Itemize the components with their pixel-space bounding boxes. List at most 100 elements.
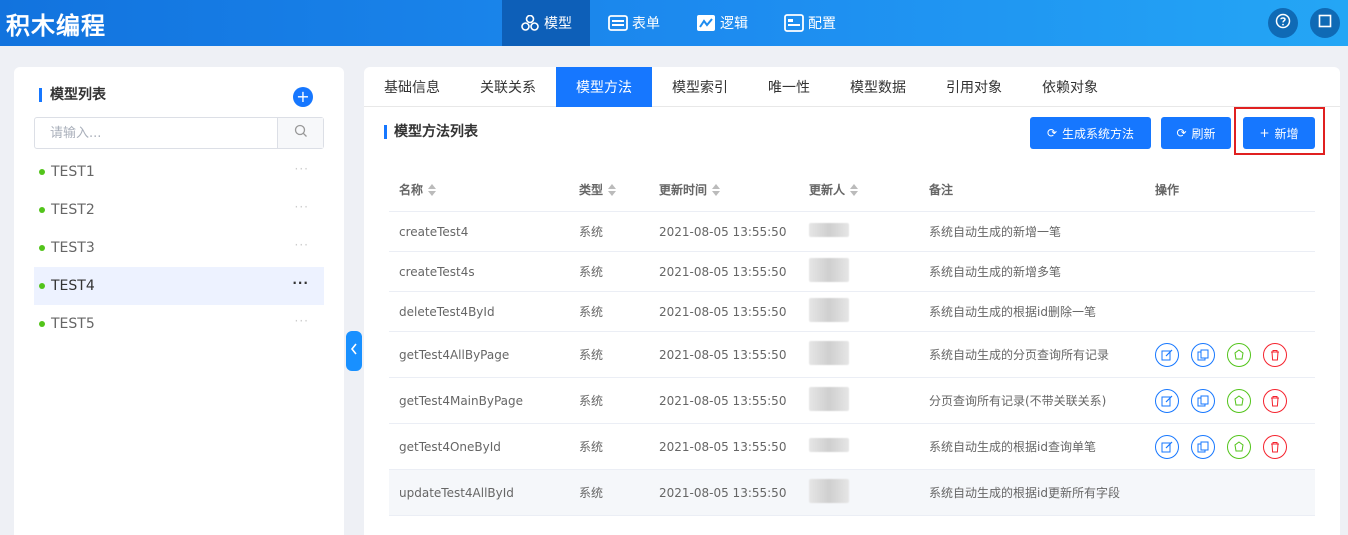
nav-form[interactable]: 表单 xyxy=(590,0,678,46)
model-detail-panel: 基础信息 关联关系 模型方法 模型索引 唯一性 模型数据 引用对象 依赖对象 模… xyxy=(364,67,1340,535)
model-name: TEST2 xyxy=(51,202,95,218)
cell-ops xyxy=(1155,388,1315,413)
tab-dependent-objects[interactable]: 依赖对象 xyxy=(1022,67,1118,107)
cubes-icon xyxy=(520,14,540,32)
cell-remark: 系统自动生成的分页查询所有记录 xyxy=(929,348,1110,362)
status-dot xyxy=(39,169,45,175)
delete-icon[interactable] xyxy=(1263,388,1287,413)
tab-referenced-objects[interactable]: 引用对象 xyxy=(926,67,1022,107)
table-row[interactable]: createTest4s 系统 2021-08-05 13:55:50 系统自动… xyxy=(389,252,1315,292)
header-name[interactable]: 名称 xyxy=(389,181,579,198)
cell-updater xyxy=(809,438,929,455)
cell-updater xyxy=(809,341,929,368)
plus-icon: + xyxy=(296,87,310,106)
header-type[interactable]: 类型 xyxy=(579,181,659,198)
table-row[interactable]: deleteTest4ById 系统 2021-08-05 13:55:50 系… xyxy=(389,292,1315,332)
nav-model[interactable]: 模型 xyxy=(502,0,590,46)
cell-updater xyxy=(809,223,929,240)
model-item-test1[interactable]: TEST1 ··· xyxy=(34,153,324,191)
delete-icon[interactable] xyxy=(1263,342,1287,367)
search-icon xyxy=(294,124,308,142)
generate-system-methods-button[interactable]: ⟳ 生成系统方法 xyxy=(1030,117,1151,149)
table-row[interactable]: getTest4AllByPage 系统 2021-08-05 13:55:50… xyxy=(389,332,1315,378)
copy-icon[interactable] xyxy=(1191,434,1215,459)
sort-icon[interactable] xyxy=(428,184,437,196)
nav-model-label: 模型 xyxy=(544,16,572,32)
chevron-left-icon xyxy=(350,343,358,359)
more-icon[interactable]: ··· xyxy=(295,238,309,252)
table-row[interactable]: updateTest4AllById 系统 2021-08-05 13:55:5… xyxy=(389,470,1315,516)
cell-updater xyxy=(809,387,929,414)
more-icon[interactable]: ··· xyxy=(295,314,309,328)
table-row[interactable]: getTest4MainByPage 系统 2021-08-05 13:55:5… xyxy=(389,378,1315,424)
fullscreen-button[interactable] xyxy=(1310,8,1340,38)
edit-icon[interactable] xyxy=(1155,342,1179,367)
collapse-sidebar-button[interactable] xyxy=(346,331,362,371)
cell-updater xyxy=(809,258,929,285)
copy-icon[interactable] xyxy=(1191,342,1215,367)
tab-basic-info[interactable]: 基础信息 xyxy=(364,67,460,107)
run-icon[interactable] xyxy=(1227,388,1251,413)
cell-remark: 系统自动生成的新增多笔 xyxy=(929,265,1062,279)
more-icon[interactable]: ··· xyxy=(295,200,309,214)
cell-updated: 2021-08-05 13:55:50 xyxy=(659,264,787,279)
cell-name: getTest4MainByPage xyxy=(399,393,524,408)
nav-config[interactable]: 配置 xyxy=(766,0,854,46)
run-icon[interactable] xyxy=(1227,434,1251,459)
cell-name: createTest4 xyxy=(399,224,469,239)
cell-name: updateTest4AllById xyxy=(399,485,514,500)
status-dot xyxy=(39,245,45,251)
model-item-test4[interactable]: TEST4 ··· xyxy=(34,267,324,305)
copy-icon[interactable] xyxy=(1191,388,1215,413)
cell-remark: 分页查询所有记录(不带关联关系) xyxy=(929,394,1107,408)
sort-icon[interactable] xyxy=(608,184,617,196)
cell-type: 系统 xyxy=(579,348,604,362)
refresh-button[interactable]: ⟳ 刷新 xyxy=(1161,117,1231,149)
tab-relations[interactable]: 关联关系 xyxy=(460,67,556,107)
cell-type: 系统 xyxy=(579,225,604,239)
tab-model-data[interactable]: 模型数据 xyxy=(830,67,926,107)
nav-logic[interactable]: 逻辑 xyxy=(678,0,766,46)
redacted-mark xyxy=(809,438,849,452)
top-header: 积木编程 模型 表单 逻辑 配置 xyxy=(0,0,1348,46)
delete-icon[interactable] xyxy=(1263,434,1287,459)
cell-ops xyxy=(1155,342,1315,367)
add-model-button[interactable]: + xyxy=(293,87,313,107)
sort-icon[interactable] xyxy=(712,184,721,196)
cell-name: getTest4AllByPage xyxy=(399,347,510,362)
cell-remark: 系统自动生成的新增一笔 xyxy=(929,225,1062,239)
tab-model-index[interactable]: 模型索引 xyxy=(652,67,748,107)
section-title: 模型方法列表 xyxy=(384,125,478,139)
search-button[interactable] xyxy=(277,118,323,148)
header-ops: 操作 xyxy=(1155,182,1180,197)
help-button[interactable] xyxy=(1268,8,1298,38)
model-item-test3[interactable]: TEST3 ··· xyxy=(34,229,324,267)
edit-icon[interactable] xyxy=(1155,388,1179,413)
model-search xyxy=(34,117,324,149)
tab-model-methods[interactable]: 模型方法 xyxy=(556,67,652,107)
table-row[interactable]: createTest4 系统 2021-08-05 13:55:50 系统自动生… xyxy=(389,212,1315,252)
model-list-panel: 模型列表 + TEST1 ··· TEST2 ··· TEST3 ··· TES… xyxy=(14,67,344,535)
highlight-box xyxy=(1234,107,1325,155)
redacted-mark xyxy=(809,258,849,282)
model-item-test5[interactable]: TEST5 ··· xyxy=(34,305,324,343)
run-icon[interactable] xyxy=(1227,342,1251,367)
logic-icon xyxy=(696,14,716,32)
cell-type: 系统 xyxy=(579,305,604,319)
table-row[interactable]: getTest4OneById 系统 2021-08-05 13:55:50 系… xyxy=(389,424,1315,470)
redacted-mark xyxy=(809,298,849,322)
cell-updated: 2021-08-05 13:55:50 xyxy=(659,347,787,362)
cell-updated: 2021-08-05 13:55:50 xyxy=(659,304,787,319)
cell-updated: 2021-08-05 13:55:50 xyxy=(659,224,787,239)
sort-icon[interactable] xyxy=(850,184,859,196)
more-icon[interactable]: ··· xyxy=(292,276,309,290)
main-nav: 模型 表单 逻辑 配置 xyxy=(502,0,854,46)
model-item-test2[interactable]: TEST2 ··· xyxy=(34,191,324,229)
header-updated[interactable]: 更新时间 xyxy=(659,181,809,198)
model-name: TEST4 xyxy=(51,278,95,294)
edit-icon[interactable] xyxy=(1155,434,1179,459)
more-icon[interactable]: ··· xyxy=(295,162,309,176)
header-updater[interactable]: 更新人 xyxy=(809,181,929,198)
tab-uniqueness[interactable]: 唯一性 xyxy=(748,67,830,107)
search-input[interactable] xyxy=(35,118,277,148)
